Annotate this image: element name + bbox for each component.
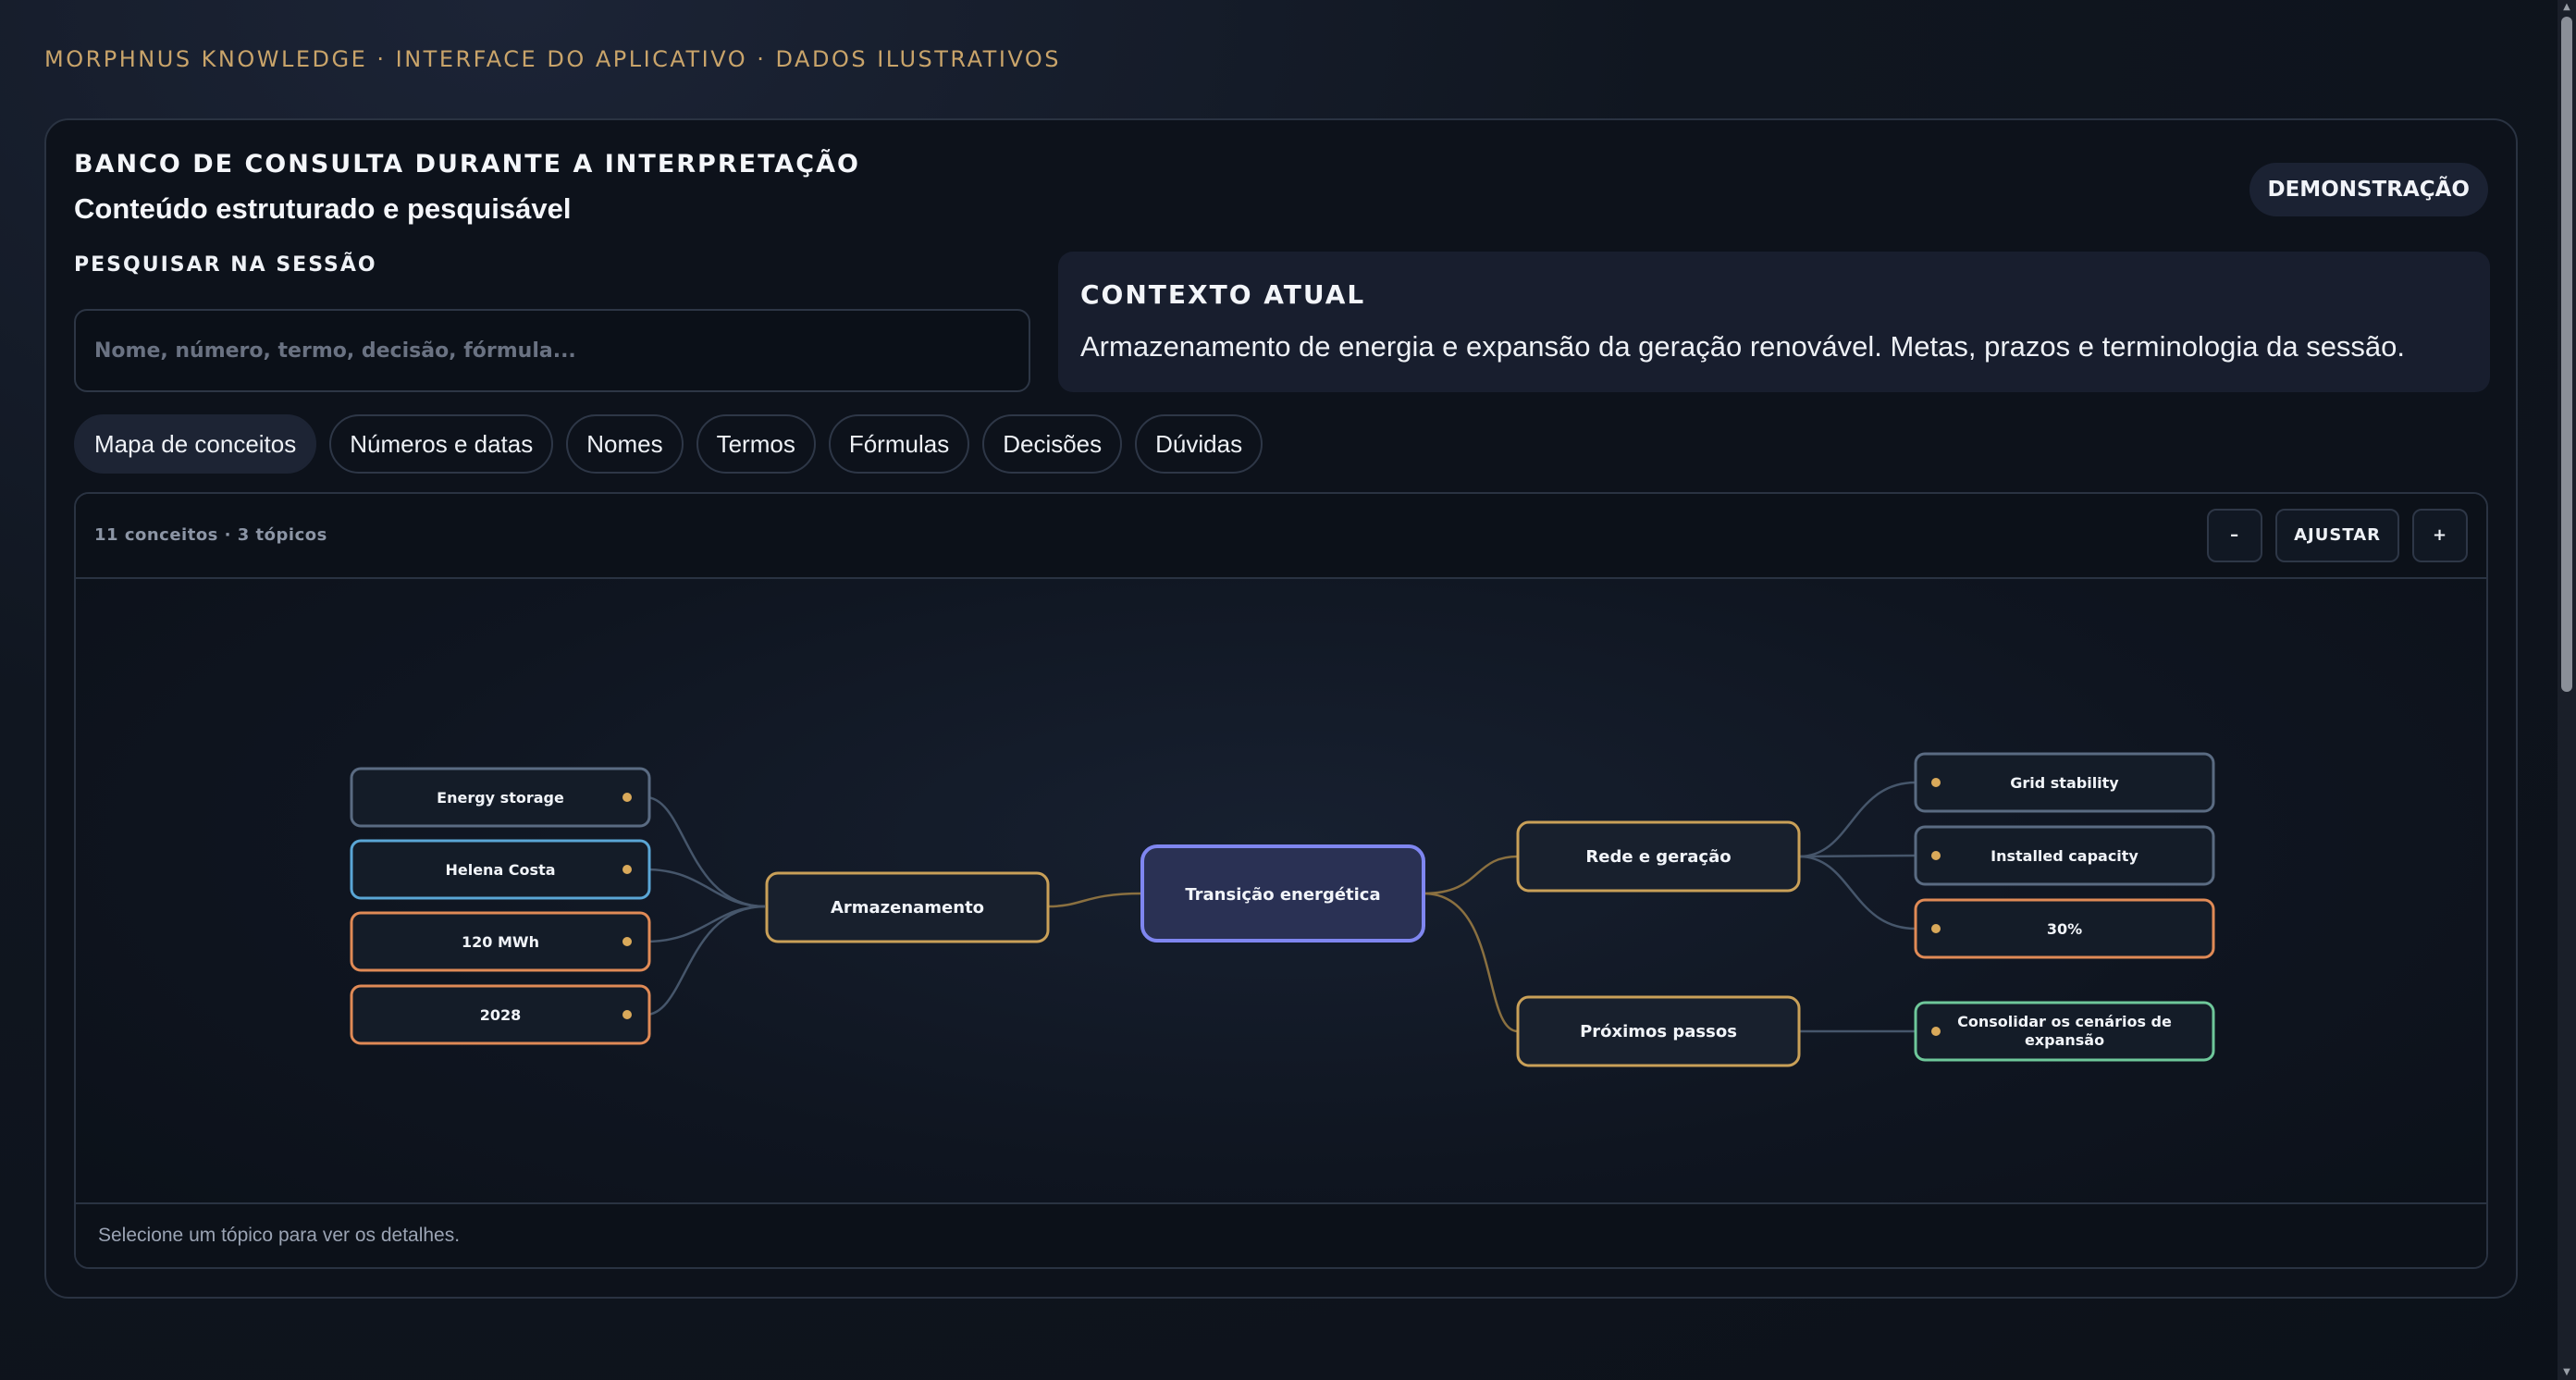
leaf-dot bbox=[622, 793, 632, 802]
svg-text:Transição energética: Transição energética bbox=[1185, 885, 1380, 905]
concept-map-canvas[interactable]: Energy storage Helena Costa 120 MWh 2028 bbox=[76, 581, 2486, 1202]
scrollbar-thumb[interactable] bbox=[2561, 17, 2572, 692]
link-root-rede bbox=[1423, 855, 1519, 895]
leaf-dot bbox=[622, 937, 632, 946]
tab-names[interactable]: Nomes bbox=[566, 414, 684, 474]
leaf-dot bbox=[622, 1010, 632, 1019]
link-grid-stability bbox=[1798, 781, 1917, 858]
leaf-30-percent[interactable]: 30% bbox=[1914, 898, 2215, 959]
tab-decisions[interactable]: Decisões bbox=[982, 414, 1123, 474]
zoom-out-button[interactable]: – bbox=[2207, 509, 2263, 562]
svg-text:Próximos passos: Próximos passos bbox=[1580, 1022, 1737, 1041]
svg-text:30%: 30% bbox=[2047, 920, 2082, 938]
tab-formulas[interactable]: Fórmulas bbox=[828, 414, 970, 474]
map-details-footer: Selecione um tópico para ver os detalhes… bbox=[76, 1202, 2486, 1267]
fit-button[interactable]: AJUSTAR bbox=[2275, 509, 2399, 562]
topic-armazenamento[interactable]: Armazenamento bbox=[765, 871, 1050, 943]
scroll-down-icon[interactable]: ▼ bbox=[2561, 1367, 2572, 1378]
leaf-energy-storage[interactable]: Energy storage bbox=[350, 767, 651, 828]
topic-rede-geracao[interactable]: Rede e geração bbox=[1516, 820, 1801, 893]
svg-text:expansão: expansão bbox=[2025, 1031, 2104, 1049]
leaf-dot bbox=[1931, 851, 1941, 860]
leaf-helena-costa[interactable]: Helena Costa bbox=[350, 839, 651, 900]
search-field[interactable] bbox=[74, 309, 1030, 392]
concept-count: 11 conceitos · 3 tópicos bbox=[94, 525, 327, 545]
svg-text:Rede e geração: Rede e geração bbox=[1585, 847, 1731, 867]
tab-bar: Mapa de conceitos Números e datas Nomes … bbox=[74, 414, 1263, 474]
link-root-proximos bbox=[1423, 892, 1519, 1033]
leaf-2028[interactable]: 2028 bbox=[350, 984, 651, 1045]
leaf-dot bbox=[1931, 778, 1941, 787]
zoom-controls: – AJUSTAR + bbox=[2207, 509, 2468, 562]
link-30 bbox=[1798, 855, 1917, 930]
link-2028 bbox=[645, 905, 766, 1017]
zoom-in-button[interactable]: + bbox=[2412, 509, 2468, 562]
map-toolbar: 11 conceitos · 3 tópicos – AJUSTAR + bbox=[76, 494, 2486, 579]
app-brand-header: MORPHNUS KNOWLEDGE · INTERFACE DO APLICA… bbox=[44, 46, 1062, 72]
leaf-dot bbox=[622, 865, 632, 874]
leaf-dot bbox=[1931, 924, 1941, 933]
link-root-armazenamento bbox=[1047, 892, 1143, 908]
leaf-consolidar-cenarios[interactable]: Consolidar os cenários de expansão bbox=[1914, 1001, 2215, 1062]
scroll-up-icon[interactable]: ▲ bbox=[2561, 2, 2572, 13]
svg-text:Energy storage: Energy storage bbox=[437, 789, 564, 807]
panel-kicker: BANCO DE CONSULTA DURANTE A INTERPRETAÇÃ… bbox=[74, 150, 860, 179]
root-node[interactable]: Transição energética bbox=[1140, 844, 1425, 943]
demo-badge: DEMONSTRAÇÃO bbox=[2249, 163, 2488, 216]
tab-numbers-dates[interactable]: Números e datas bbox=[329, 414, 554, 474]
svg-text:Consolidar os cenários de: Consolidar os cenários de bbox=[1957, 1013, 2172, 1030]
topic-proximos-passos[interactable]: Próximos passos bbox=[1516, 995, 1801, 1067]
page-scrollbar[interactable]: ▲ ▼ bbox=[2558, 0, 2576, 1380]
search-input[interactable] bbox=[94, 339, 1010, 363]
concept-map-card: 11 conceitos · 3 tópicos – AJUSTAR + Ene… bbox=[74, 492, 2488, 1269]
panel-title: Conteúdo estruturado e pesquisável bbox=[74, 192, 572, 225]
svg-text:Helena Costa: Helena Costa bbox=[445, 861, 555, 879]
tab-terms[interactable]: Termos bbox=[696, 414, 816, 474]
leaf-installed-capacity[interactable]: Installed capacity bbox=[1914, 825, 2215, 886]
context-text: Armazenamento de energia e expansão da g… bbox=[1080, 330, 2406, 363]
search-label: PESQUISAR NA SESSÃO bbox=[74, 253, 377, 277]
context-title: CONTEXTO ATUAL bbox=[1080, 279, 1366, 310]
tab-doubts[interactable]: Dúvidas bbox=[1135, 414, 1263, 474]
leaf-120-mwh[interactable]: 120 MWh bbox=[350, 911, 651, 972]
leaf-grid-stability[interactable]: Grid stability bbox=[1914, 752, 2215, 813]
svg-text:2028: 2028 bbox=[480, 1006, 522, 1024]
current-context-card: CONTEXTO ATUAL Armazenamento de energia … bbox=[1058, 252, 2490, 392]
svg-text:Armazenamento: Armazenamento bbox=[831, 898, 984, 918]
svg-text:Grid stability: Grid stability bbox=[2010, 774, 2119, 792]
details-hint: Selecione um tópico para ver os detalhes… bbox=[98, 1225, 461, 1246]
tab-concept-map[interactable]: Mapa de conceitos bbox=[74, 414, 317, 474]
consult-panel: BANCO DE CONSULTA DURANTE A INTERPRETAÇÃ… bbox=[44, 118, 2518, 1299]
svg-text:Installed capacity: Installed capacity bbox=[1991, 847, 2138, 865]
leaf-dot bbox=[1931, 1027, 1941, 1036]
link-energy-storage bbox=[645, 795, 766, 908]
svg-text:120 MWh: 120 MWh bbox=[462, 933, 539, 951]
